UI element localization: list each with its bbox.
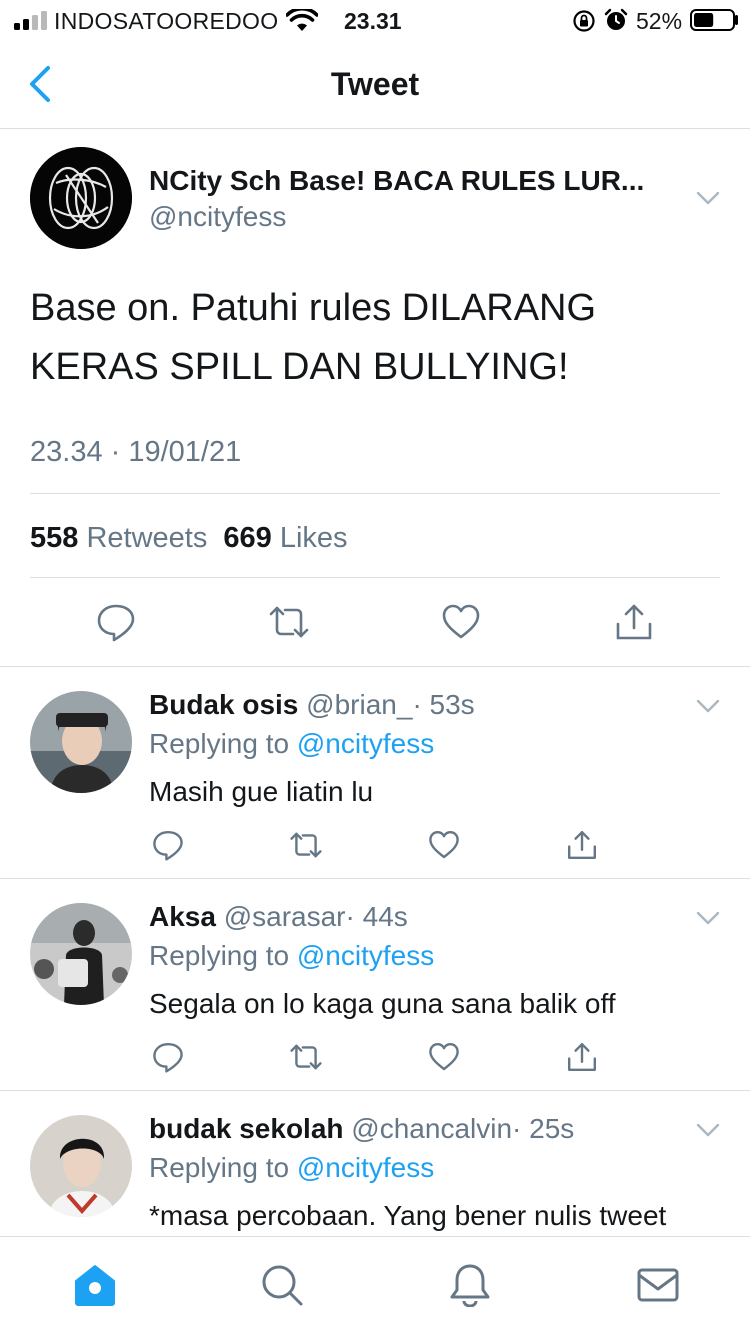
- reply-header: Budak osis @brian_· 53s: [149, 689, 475, 721]
- tab-bar: [0, 1236, 750, 1334]
- page-title: Tweet: [330, 66, 420, 102]
- reply-tweet[interactable]: Budak osis @brian_· 53s Replying to @nci…: [0, 667, 750, 879]
- tweet-text-line: KERAS SPILL DAN BULLYING!: [30, 346, 569, 388]
- search-icon[interactable]: [260, 1263, 304, 1307]
- battery-icon: [690, 9, 738, 31]
- tweet-stats: 558 Retweets 669 Likes: [30, 522, 348, 555]
- reply-author-name[interactable]: budak sekolah: [149, 1113, 344, 1144]
- battery-percent: 52%: [636, 8, 683, 34]
- navigation-bar: Tweet: [0, 40, 750, 129]
- reply-time: · 53s: [412, 689, 475, 720]
- author-name[interactable]: NCity Sch Base! BACA RULES LUR...: [149, 165, 644, 197]
- notifications-icon[interactable]: [448, 1263, 492, 1307]
- retweet-icon[interactable]: [269, 602, 309, 642]
- retweets-label[interactable]: Retweets: [86, 522, 207, 554]
- reply-author-name[interactable]: Aksa: [149, 901, 216, 932]
- status-bar: INDOSATOOREDOO 23.31 52%: [0, 0, 750, 40]
- replying-to: Replying to @ncityfess: [149, 728, 434, 760]
- chevron-down-icon[interactable]: [696, 191, 720, 205]
- reply-time: · 25s: [512, 1113, 575, 1144]
- replying-to: Replying to @ncityfess: [149, 940, 434, 972]
- rotation-lock-icon: [573, 10, 595, 32]
- avatar[interactable]: [30, 147, 132, 249]
- reply-author-handle[interactable]: @brian_: [306, 689, 412, 720]
- avatar-photo-icon: [30, 1115, 132, 1217]
- tweet-text-line: Base on. Patuhi rules DILARANG: [30, 287, 597, 329]
- messages-icon[interactable]: [636, 1263, 680, 1307]
- reply-header: budak sekolah @chancalvin· 25s: [149, 1113, 574, 1145]
- reply-icon[interactable]: [96, 602, 136, 642]
- likes-count[interactable]: 669: [223, 522, 271, 554]
- clock-time: 23.31: [344, 8, 402, 34]
- retweets-count[interactable]: 558: [30, 522, 78, 554]
- reply-text: Segala on lo kaga guna sana balik off: [149, 988, 616, 1019]
- author-handle[interactable]: @ncityfess: [149, 201, 286, 233]
- share-icon[interactable]: [566, 829, 598, 861]
- replying-to: Replying to @ncityfess: [149, 1152, 434, 1184]
- reply-tweet[interactable]: budak sekolah @chancalvin· 25s Replying …: [0, 1091, 750, 1236]
- reply-time: · 44s: [345, 901, 408, 932]
- avatar-photo-icon: [30, 903, 132, 1005]
- cellular-signal-icon: [14, 11, 47, 30]
- replying-to-link[interactable]: @ncityfess: [297, 940, 434, 971]
- retweet-icon[interactable]: [290, 1041, 322, 1073]
- avatar[interactable]: [30, 1115, 132, 1217]
- home-icon[interactable]: [73, 1263, 117, 1307]
- reply-text: Masih gue liatin lu: [149, 776, 374, 807]
- like-icon[interactable]: [428, 1041, 460, 1073]
- alarm-icon: [604, 8, 628, 30]
- chevron-down-icon[interactable]: [696, 911, 720, 925]
- reply-tweet[interactable]: Aksa @sarasar· 44s Replying to @ncityfes…: [0, 879, 750, 1091]
- avatar[interactable]: [30, 691, 132, 793]
- like-icon[interactable]: [441, 602, 481, 642]
- likes-label[interactable]: Likes: [280, 522, 348, 554]
- replying-to-link[interactable]: @ncityfess: [297, 1152, 434, 1183]
- chevron-down-icon[interactable]: [696, 1123, 720, 1137]
- avatar[interactable]: [30, 903, 132, 1005]
- tweet-text: Base on. Patuhi rules DILARANG KERAS SPI…: [30, 279, 720, 397]
- main-tweet: NCity Sch Base! BACA RULES LUR... @ncity…: [0, 129, 750, 667]
- reply-header: Aksa @sarasar· 44s: [149, 901, 408, 933]
- chevron-down-icon[interactable]: [696, 699, 720, 713]
- replying-to-label: Replying to: [149, 940, 290, 971]
- reply-text: *masa percobaan. Yang bener nulis tweet: [149, 1200, 667, 1231]
- reply-author-handle[interactable]: @chancalvin: [351, 1113, 512, 1144]
- like-icon[interactable]: [428, 829, 460, 861]
- replying-to-label: Replying to: [149, 728, 290, 759]
- avatar-photo-icon: [30, 691, 132, 793]
- divider: [30, 493, 720, 494]
- replying-to-link[interactable]: @ncityfess: [297, 728, 434, 759]
- reply-author-name[interactable]: Budak osis: [149, 689, 298, 720]
- nct-logo-icon: [30, 147, 132, 249]
- divider: [30, 577, 720, 578]
- carrier-name: INDOSATOOREDOO: [54, 8, 279, 34]
- retweet-icon[interactable]: [290, 829, 322, 861]
- replying-to-label: Replying to: [149, 1152, 290, 1183]
- reply-icon[interactable]: [152, 1041, 184, 1073]
- share-icon[interactable]: [614, 602, 654, 642]
- reply-author-handle[interactable]: @sarasar: [224, 901, 346, 932]
- reply-icon[interactable]: [152, 829, 184, 861]
- wifi-icon: [286, 9, 318, 31]
- tweet-timestamp: 23.34 · 19/01/21: [30, 436, 242, 468]
- share-icon[interactable]: [566, 1041, 598, 1073]
